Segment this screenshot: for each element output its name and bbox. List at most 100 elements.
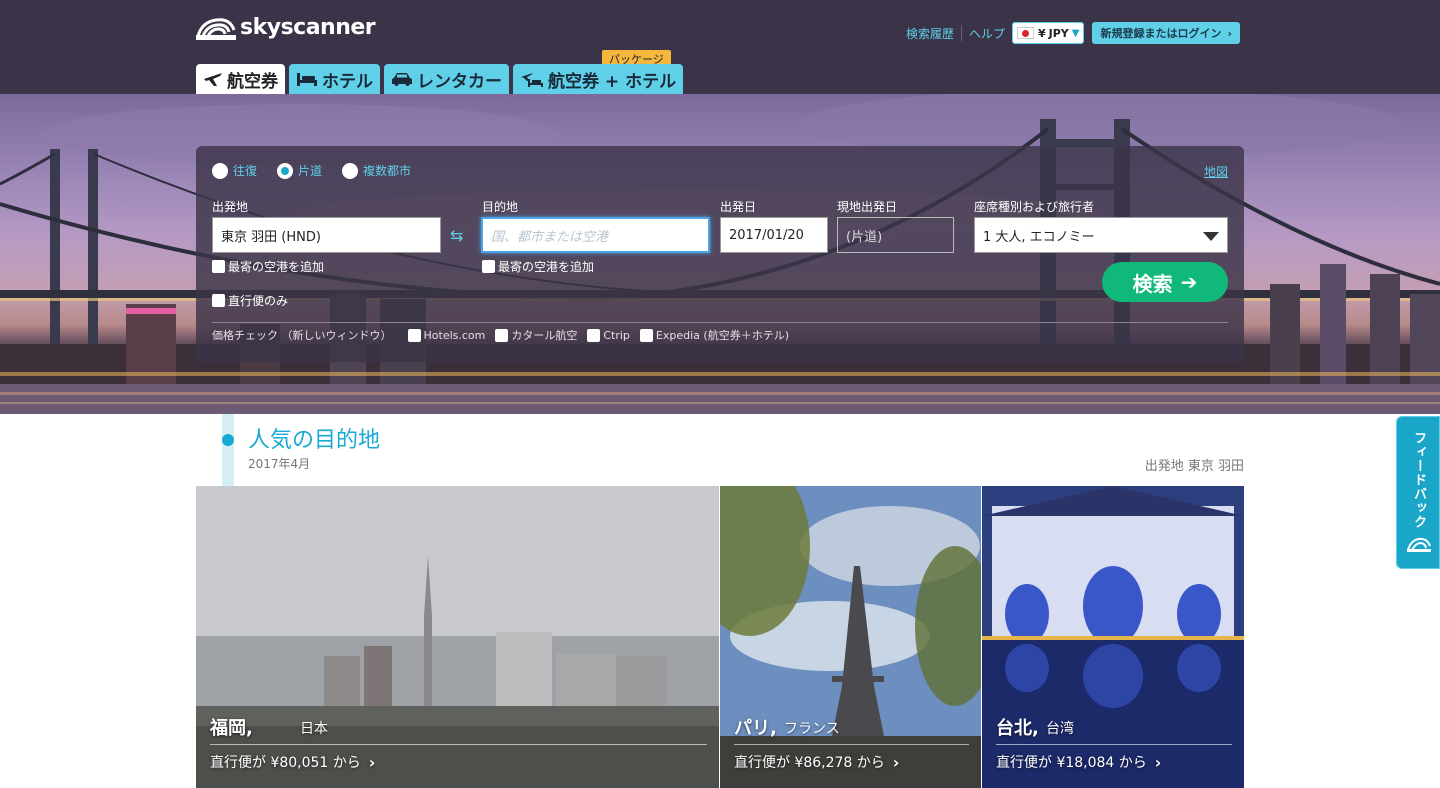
- tab-flight-hotel[interactable]: 航空券 + ホテル: [513, 64, 684, 94]
- trip-type-one-way[interactable]: 片道: [277, 162, 322, 179]
- checkbox[interactable]: [495, 328, 509, 342]
- direct-only-checkbox[interactable]: 直行便のみ: [212, 292, 288, 309]
- currency-code: JPY: [1048, 26, 1069, 40]
- origin-indicator: 出発地 東京 羽田: [1144, 459, 1244, 474]
- card-city: 福岡,: [210, 718, 253, 739]
- checkbox-label: Expedia (航空券＋ホテル): [655, 329, 789, 342]
- checkbox[interactable]: [212, 294, 225, 307]
- tab-hotels-label: ホテル: [322, 71, 373, 92]
- radio-button[interactable]: [212, 162, 228, 179]
- origin-input[interactable]: 東京 羽田 (HND): [212, 217, 441, 253]
- currency-selector[interactable]: ¥ JPY ▼: [1011, 22, 1085, 44]
- trip-type-return[interactable]: 往復: [212, 162, 257, 179]
- timeline-dot: [222, 434, 234, 446]
- chevron-right-icon: ›: [892, 752, 900, 772]
- card-divider: [210, 744, 707, 745]
- checkbox[interactable]: [482, 260, 495, 273]
- help-link[interactable]: ヘルプ: [969, 25, 1005, 42]
- section-title: 人気の目的地: [248, 428, 381, 453]
- card-price-text: 直行便が ¥80,051 から: [210, 755, 361, 771]
- return-label: 現地出発日: [837, 200, 898, 214]
- link-divider: [960, 25, 962, 41]
- product-tabs: 航空券 ホテル レンタカー 航空券 + ホテル: [196, 64, 687, 94]
- logo-text: skyscanner: [240, 14, 376, 40]
- bed-icon: [296, 71, 318, 87]
- depart-label: 出発日: [720, 200, 757, 214]
- chevron-right-icon: ›: [1227, 26, 1232, 40]
- section-date: 2017年4月: [248, 457, 311, 471]
- fukuoka-image: [196, 486, 719, 788]
- checkbox-label: 直行便のみ: [228, 294, 289, 308]
- search-button-label: 検索: [1132, 271, 1173, 296]
- card-divider: [996, 744, 1232, 745]
- checkbox-label: 最寄の空港を追加: [498, 260, 595, 274]
- card-country: 日本: [300, 721, 328, 737]
- login-button[interactable]: 新規登録またはログイン ›: [1092, 22, 1240, 44]
- checkbox[interactable]: [212, 260, 225, 273]
- skyscanner-logo-icon: [196, 18, 236, 40]
- card-divider: [734, 744, 969, 745]
- tab-car-hire-label: レンタカー: [417, 71, 502, 92]
- destination-input[interactable]: 国、都市または空港: [481, 217, 710, 253]
- destination-card-paris[interactable]: パリ, フランス 直行便が ¥86,278 から ›: [720, 486, 981, 788]
- chevron-down-icon: ▼: [1071, 27, 1080, 39]
- trip-type-multi-city[interactable]: 複数都市: [342, 162, 411, 179]
- trip-type-label: 往復: [233, 164, 258, 178]
- site-header: skyscanner 検索履歴 ヘルプ ¥ JPY ▼ 新規登録またはログイン …: [0, 0, 1440, 94]
- tab-flights-label: 航空券: [227, 71, 278, 92]
- history-link[interactable]: 検索履歴: [906, 25, 954, 42]
- card-price: 直行便が ¥80,051 から ›: [210, 752, 375, 772]
- card-price: 直行便が ¥86,278 から ›: [734, 752, 899, 772]
- trip-type-group: 往復 片道 複数都市: [212, 162, 431, 179]
- card-price-text: 直行便が ¥18,084 から: [996, 755, 1147, 771]
- origin-label: 出発地: [212, 200, 249, 214]
- price-check-label: 価格チェック （新しいウィンドウ）: [212, 329, 392, 342]
- checkbox-label: Ctrip: [603, 328, 630, 342]
- price-check-row: 価格チェック （新しいウィンドウ） Hotels.com カタール航空 Ctri…: [212, 327, 789, 343]
- chevron-right-icon: ›: [368, 752, 376, 772]
- trip-type-label: 複数都市: [363, 164, 412, 178]
- destination-card-taipei[interactable]: 台北, 台湾 直行便が ¥18,084 から ›: [982, 486, 1244, 788]
- card-country: 台湾: [1046, 721, 1074, 737]
- login-label: 新規登録またはログイン: [1100, 27, 1222, 40]
- price-check-option[interactable]: カタール航空: [495, 327, 577, 343]
- return-date-input[interactable]: (片道): [837, 217, 954, 253]
- destination-nearby-checkbox[interactable]: 最寄の空港を追加: [482, 258, 594, 275]
- price-check-option[interactable]: Hotels.com: [407, 328, 486, 342]
- tab-car-hire[interactable]: レンタカー: [384, 64, 509, 94]
- cabin-value: 1 大人, エコノミー: [983, 229, 1095, 245]
- radio-button[interactable]: [277, 162, 294, 179]
- feedback-tab[interactable]: フィードバック: [1396, 416, 1440, 569]
- card-city: パリ,: [734, 718, 777, 739]
- price-check-option[interactable]: Expedia (航空券＋ホテル): [639, 327, 789, 343]
- checkbox[interactable]: [407, 328, 421, 342]
- chevron-right-icon: ›: [1154, 752, 1162, 772]
- card-country: フランス: [784, 721, 840, 737]
- cabin-travellers-select[interactable]: 1 大人, エコノミー: [974, 217, 1228, 253]
- depart-date-input[interactable]: 2017/01/20: [720, 217, 828, 253]
- checkbox-label: Hotels.com: [423, 328, 486, 342]
- car-icon: [391, 71, 413, 87]
- destination-label: 目的地: [482, 200, 519, 214]
- radio-button[interactable]: [342, 162, 359, 179]
- checkbox[interactable]: [587, 328, 601, 342]
- card-city: 台北,: [996, 718, 1039, 739]
- checkbox[interactable]: [639, 328, 653, 342]
- search-button[interactable]: 検索 ➔: [1102, 262, 1228, 302]
- top-links: 検索履歴 ヘルプ ¥ JPY ▼ 新規登録またはログイン ›: [906, 22, 1240, 44]
- currency-symbol: ¥: [1037, 26, 1046, 40]
- destination-card-fukuoka[interactable]: 福岡, 日本 直行便が ¥80,051 から ›: [196, 486, 719, 788]
- feedback-label: フィードバック: [1411, 431, 1426, 529]
- card-price: 直行便が ¥18,084 から ›: [996, 752, 1161, 772]
- tab-hotels[interactable]: ホテル: [289, 64, 380, 94]
- chevron-down-icon: [1203, 232, 1219, 241]
- checkbox-label: カタール航空: [511, 329, 578, 342]
- tab-flights[interactable]: 航空券: [196, 64, 285, 94]
- skyscanner-logo-icon: [1407, 537, 1431, 552]
- map-link[interactable]: 地図: [1204, 163, 1228, 180]
- origin-nearby-checkbox[interactable]: 最寄の空港を追加: [212, 258, 324, 275]
- swap-icon[interactable]: ⇆: [450, 226, 463, 245]
- taipei-image: [982, 486, 1244, 788]
- skyscanner-logo[interactable]: skyscanner: [196, 14, 376, 40]
- price-check-option[interactable]: Ctrip: [587, 328, 630, 342]
